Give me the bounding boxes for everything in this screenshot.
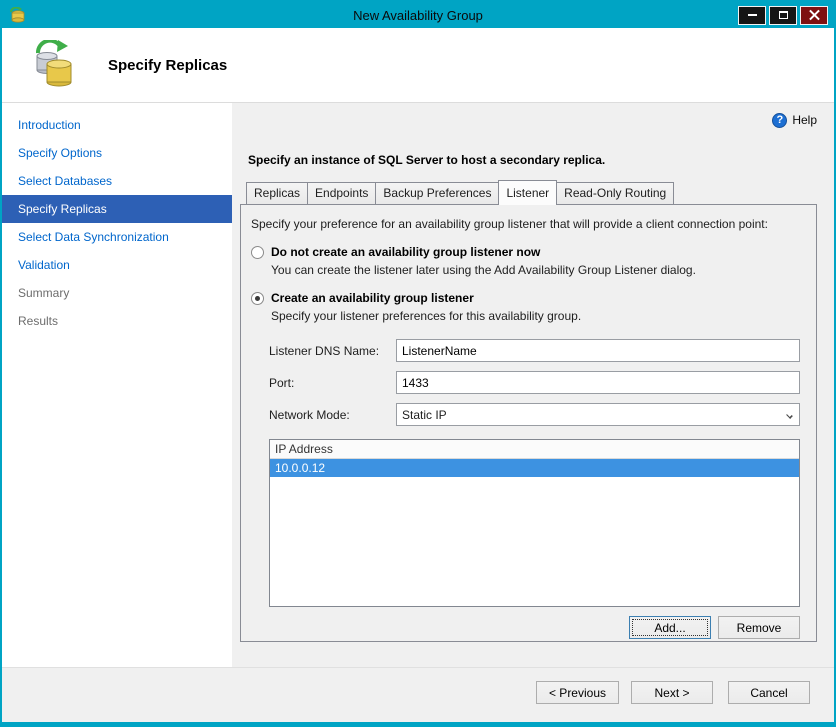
help-label: Help [792, 113, 817, 127]
tab-label: Replicas [254, 186, 301, 200]
sidebar-item-summary: Summary [2, 279, 232, 307]
tab-endpoints[interactable]: Endpoints [307, 182, 377, 204]
minimize-icon [747, 14, 757, 16]
page-title: Specify Replicas [108, 56, 228, 74]
main-content: ? Help Specify an instance of SQL Server… [232, 103, 834, 667]
minimize-button[interactable] [738, 5, 766, 25]
sidebar-item-validation[interactable]: Validation [2, 251, 232, 279]
radio-create-listener-label[interactable]: Create an availability group listener [271, 291, 474, 305]
sidebar-item-label: Select Data Synchronization [18, 230, 169, 244]
availability-group-icon [35, 40, 72, 87]
tab-label: Listener [506, 186, 550, 200]
close-button[interactable] [800, 5, 828, 25]
sidebar-item-specify-options[interactable]: Specify Options [2, 139, 232, 167]
sidebar-item-select-data-synchronization[interactable]: Select Data Synchronization [2, 223, 232, 251]
radio-create-listener-desc: Specify your listener preferences for th… [271, 309, 582, 323]
previous-button[interactable]: < Previous [535, 681, 619, 704]
tab-replicas[interactable]: Replicas [246, 182, 309, 204]
wizard-steps-sidebar: Introduction Specify Options Select Data… [2, 103, 232, 667]
sidebar-item-label: Select Databases [18, 174, 113, 188]
tab-label: Endpoints [315, 186, 369, 200]
titlebar[interactable]: New Availability Group [2, 2, 834, 28]
tab-label: Read-Only Routing [564, 186, 667, 200]
tab-strip: Replicas Endpoints Backup Preferences Li… [246, 180, 817, 205]
sidebar-item-label: Summary [18, 286, 70, 300]
close-icon [809, 10, 820, 21]
network-mode-dropdown[interactable]: Static IP [396, 403, 800, 426]
radio-create-listener[interactable] [251, 291, 264, 305]
wizard-footer: < Previous Next > Cancel [2, 667, 834, 722]
chevron-down-icon [786, 412, 793, 419]
sidebar-item-label: Specify Options [18, 146, 103, 160]
maximize-button[interactable] [769, 5, 797, 25]
radio-no-listener[interactable] [251, 245, 264, 259]
sidebar-item-label: Specify Replicas [18, 202, 107, 216]
ip-list-row[interactable]: 10.0.0.12 [270, 459, 799, 477]
port-input[interactable] [396, 371, 800, 394]
wizard-header: Specify Replicas [2, 28, 834, 103]
network-mode-label: Network Mode: [269, 407, 350, 422]
sidebar-item-label: Introduction [18, 118, 81, 132]
sidebar-item-select-databases[interactable]: Select Databases [2, 167, 232, 195]
new-availability-group-window: New Availability Group Specify Replicas … [0, 0, 836, 727]
maximize-icon [778, 11, 788, 19]
help-link[interactable]: ? Help [772, 112, 817, 128]
port-label: Port: [269, 375, 295, 390]
sidebar-item-label: Results [18, 314, 59, 328]
cancel-button[interactable]: Cancel [728, 681, 810, 704]
help-icon: ? [772, 112, 788, 128]
ip-list-column-header[interactable]: IP Address [270, 440, 799, 459]
tab-read-only-routing[interactable]: Read-Only Routing [556, 182, 675, 204]
window-title: New Availability Group [353, 7, 483, 23]
dns-name-label: Listener DNS Name: [269, 343, 380, 358]
network-mode-value: Static IP [402, 407, 447, 422]
sidebar-item-specify-replicas[interactable]: Specify Replicas [2, 195, 232, 223]
sidebar-item-results: Results [2, 307, 232, 335]
tab-listener[interactable]: Listener [498, 180, 558, 205]
listener-tab-panel: Specify your preference for an availabil… [240, 204, 817, 642]
radio-no-listener-label[interactable]: Do not create an availability group list… [271, 245, 540, 259]
tab-backup-preferences[interactable]: Backup Preferences [375, 182, 500, 204]
remove-button[interactable]: Remove [718, 616, 800, 639]
sidebar-item-introduction[interactable]: Introduction [2, 111, 232, 139]
next-button[interactable]: Next > [631, 681, 713, 704]
radio-no-listener-desc: You can create the listener later using … [271, 263, 696, 277]
listener-intro-text: Specify your preference for an availabil… [251, 217, 768, 231]
ip-address-list[interactable]: IP Address 10.0.0.12 [269, 439, 800, 607]
add-button[interactable]: Add... [629, 616, 711, 639]
instruction-text: Specify an instance of SQL Server to hos… [248, 153, 606, 167]
dns-name-input[interactable] [396, 339, 800, 362]
sidebar-item-label: Validation [18, 258, 70, 272]
tab-label: Backup Preferences [383, 186, 492, 200]
